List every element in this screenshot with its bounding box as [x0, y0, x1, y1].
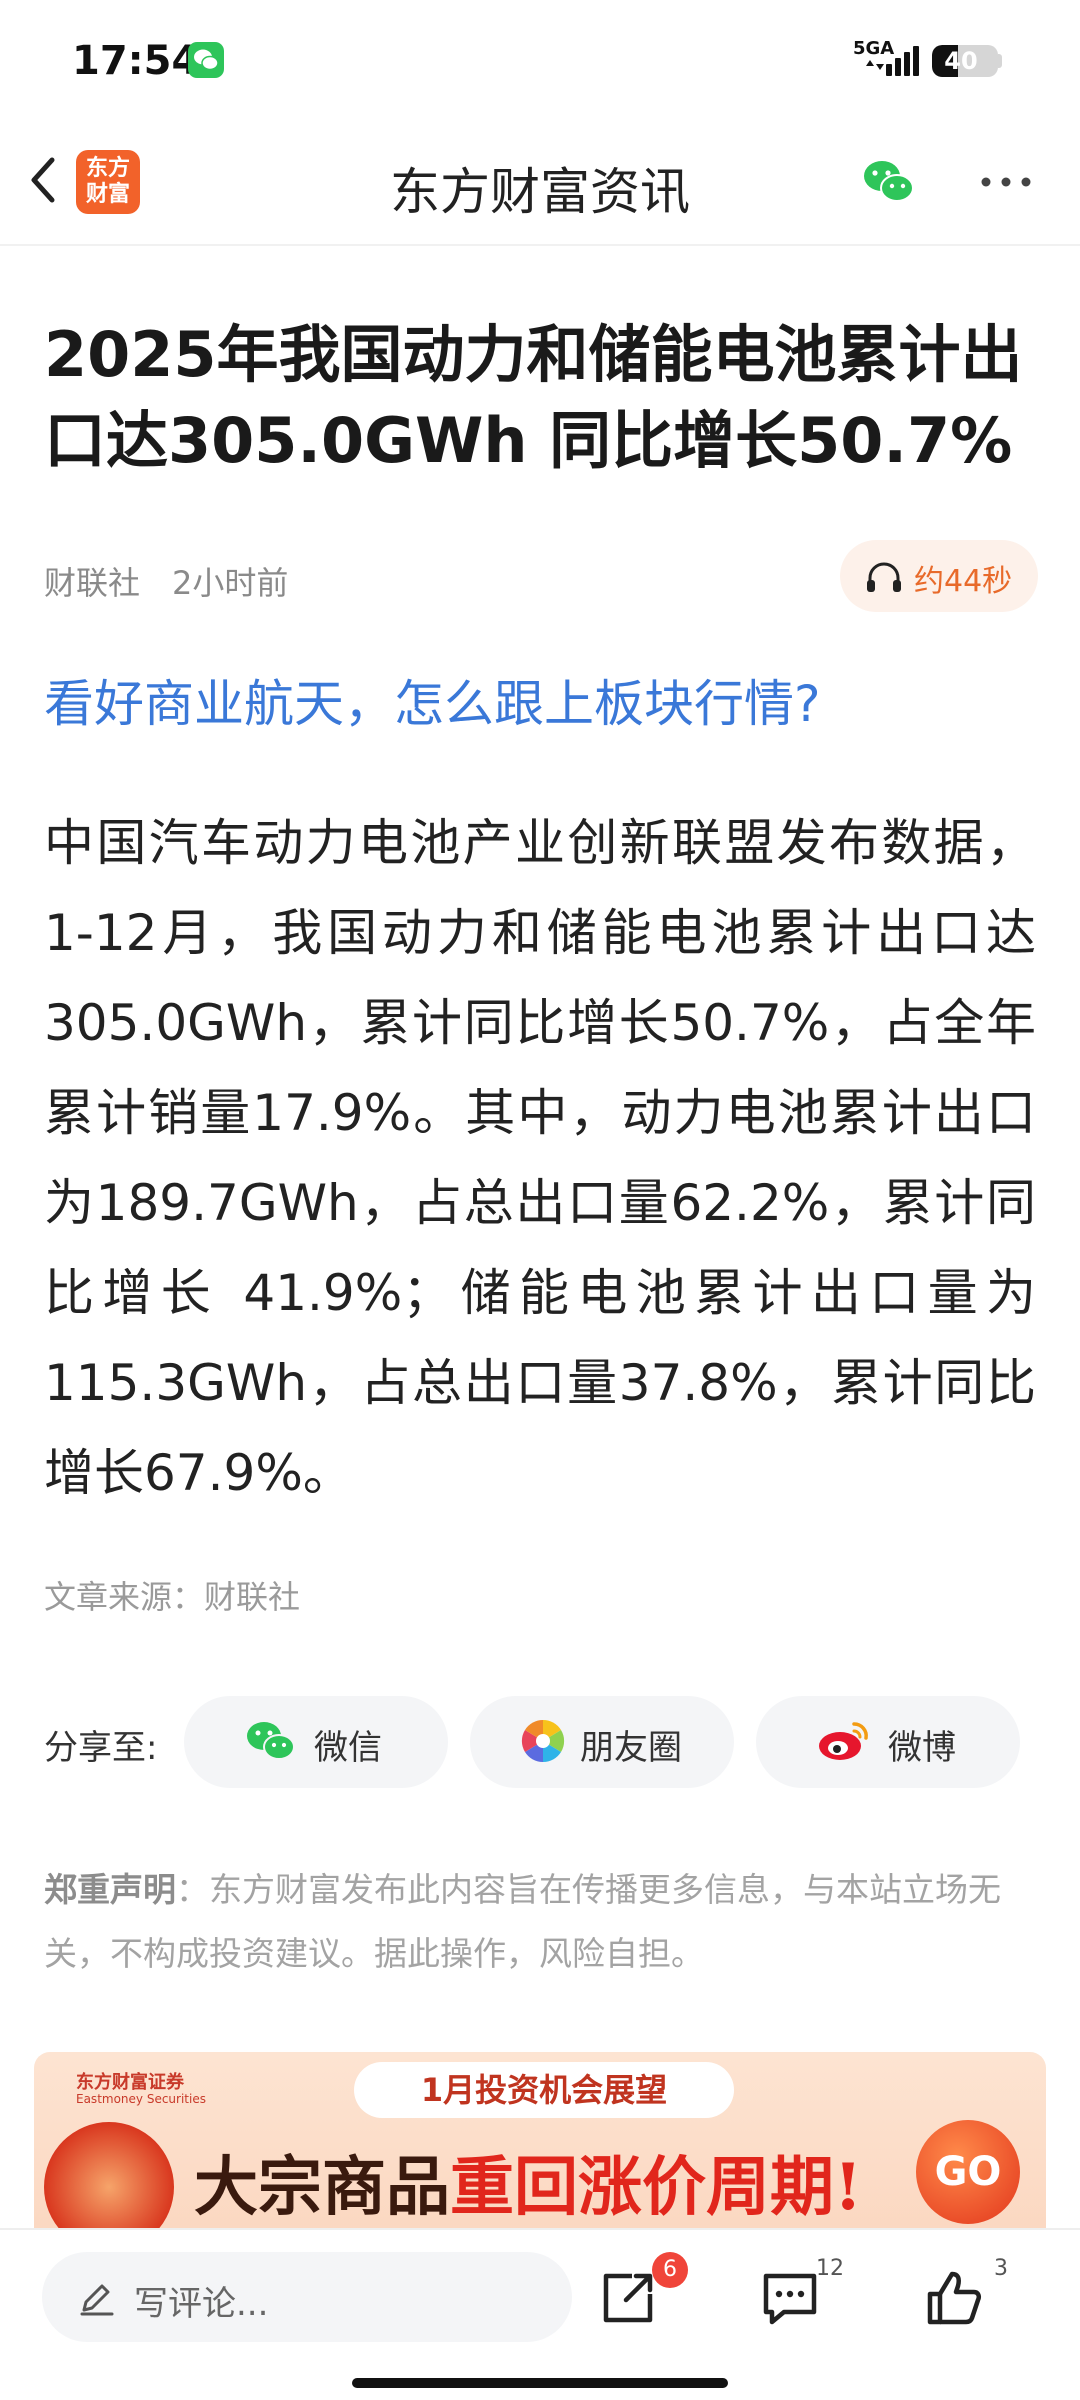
- status-time: 17:54: [72, 38, 200, 84]
- banner-go-button[interactable]: GO: [916, 2120, 1020, 2224]
- wechat-icon: [247, 1722, 295, 1760]
- chevron-left-icon[interactable]: [14, 148, 70, 212]
- signal-icon: [866, 46, 919, 76]
- banner-headline: 大宗商品重回涨价周期!: [194, 2136, 862, 2228]
- battery-label: 40: [944, 47, 978, 75]
- listen-duration: 约44秒: [914, 564, 1013, 599]
- banner-headline-a: 大宗商品: [194, 2150, 450, 2225]
- share-weibo-button[interactable]: 微博: [756, 1696, 1020, 1788]
- share-label: 分享至:: [44, 1728, 158, 1768]
- article-source-line: 文章来源：财联社: [44, 1578, 301, 1616]
- like-count: 3: [994, 2256, 1008, 2281]
- weibo-icon: [819, 1722, 868, 1760]
- banner-brand: 东方财富证券: [76, 2072, 184, 2093]
- pencil-icon: [80, 2284, 114, 2316]
- article-title: 2025年我国动力和储能电池累计出口达305.0GWh 同比增长50.7%: [44, 318, 1023, 477]
- promo-banner[interactable]: 东方财富证券 Eastmoney Securities 1月投资机会展望 大宗商…: [34, 2052, 1046, 2242]
- wechat-icon[interactable]: [860, 156, 918, 208]
- comment-input[interactable]: 写评论...: [42, 2252, 572, 2342]
- more-dots-icon[interactable]: [978, 170, 1034, 194]
- share-count-badge: 6: [652, 2252, 688, 2288]
- comment-bubble-icon[interactable]: [758, 2266, 822, 2330]
- banner-headline-b: 重回涨价周期!: [450, 2150, 863, 2225]
- home-indicator: [352, 2378, 728, 2388]
- share-moments-button[interactable]: 朋友圈: [470, 1696, 734, 1788]
- moments-aperture-icon: [521, 1719, 565, 1763]
- headphones-icon: [867, 562, 901, 592]
- wechat-notification-icon: [188, 42, 224, 78]
- bottom-action-bar: 写评论... 6 12 3: [0, 2228, 1080, 2400]
- thumbs-up-icon[interactable]: [922, 2266, 986, 2330]
- article-source[interactable]: 财联社: [44, 558, 140, 604]
- banner-brand-en: Eastmoney Securities: [76, 2092, 206, 2106]
- share-moments-label: 朋友圈: [580, 1728, 682, 1768]
- article-time: 2小时前: [172, 564, 289, 602]
- top-nav-bar: 东方财富资讯 东方财富: [0, 120, 1080, 246]
- share-out-icon[interactable]: [596, 2266, 660, 2330]
- comment-count: 12: [816, 2256, 844, 2281]
- status-bar: 17:54 5GA 40: [0, 0, 1080, 120]
- app-logo[interactable]: 东方财富: [76, 150, 140, 214]
- disclaimer: 郑重声明：东方财富发布此内容旨在传播更多信息，与本站立场无关，不构成投资建议。据…: [44, 1858, 1036, 1986]
- battery-indicator: 40: [932, 45, 998, 77]
- battery-cap: [998, 54, 1002, 68]
- comment-placeholder: 写评论...: [134, 2284, 269, 2324]
- disclaimer-lead: 郑重声明: [44, 1870, 176, 1909]
- share-wechat-button[interactable]: 微信: [184, 1696, 448, 1788]
- page-title: 东方财富资讯: [390, 163, 690, 221]
- share-weibo-label: 微博: [888, 1728, 956, 1768]
- banner-decoration: [44, 2122, 174, 2242]
- share-wechat-label: 微信: [314, 1728, 382, 1768]
- disclaimer-text: ：东方财富发布此内容旨在传播更多信息，与本站立场无关，不构成投资建议。据此操作，…: [44, 1870, 1001, 1973]
- banner-tag: 1月投资机会展望: [354, 2062, 734, 2118]
- listen-button[interactable]: 约44秒: [840, 540, 1038, 612]
- article-body: 中国汽车动力电池产业创新联盟发布数据，1-12月，我国动力和储能电池累计出口达3…: [44, 814, 1036, 1502]
- promo-link[interactable]: 看好商业航天，怎么跟上板块行情?: [44, 664, 821, 736]
